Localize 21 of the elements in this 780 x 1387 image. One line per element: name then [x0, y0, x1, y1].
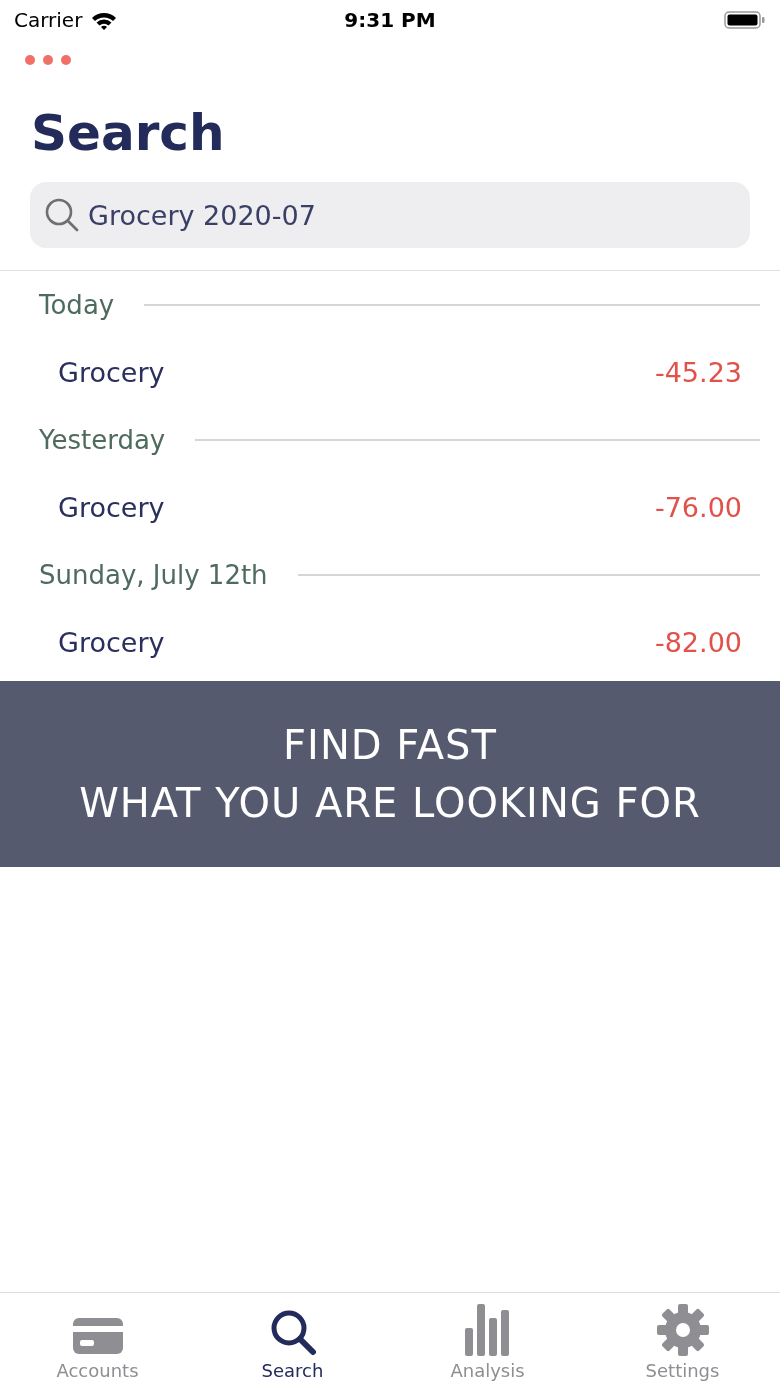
banner-text: FIND FAST [283, 721, 497, 770]
section-header: Sunday, July 12th [39, 560, 268, 590]
bar-chart-icon [463, 1302, 512, 1356]
transaction-row[interactable]: Grocery -45.23 [0, 331, 780, 414]
more-button[interactable] [22, 52, 74, 68]
card-icon [71, 1316, 124, 1356]
more-icon [24, 54, 72, 66]
transaction-row[interactable]: Grocery -82.00 [0, 601, 780, 684]
settings-icon [656, 1304, 709, 1356]
wifi-icon [90, 10, 119, 30]
page-title: Search [31, 103, 226, 164]
banner-text: WHAT YOU ARE LOOKING FOR [79, 779, 701, 828]
tab-button[interactable]: Search [195, 1293, 390, 1387]
section-header: Yesterday [39, 425, 166, 455]
section-header: Today [39, 290, 115, 320]
search-field[interactable]: Grocery 2020-07 [30, 182, 750, 248]
battery-icon [724, 10, 766, 30]
search-icon [44, 197, 80, 233]
status-time: 9:31 PM [344, 8, 436, 32]
carrier-label: Carrier [14, 8, 83, 32]
transaction-row[interactable]: Grocery -76.00 [0, 466, 780, 549]
